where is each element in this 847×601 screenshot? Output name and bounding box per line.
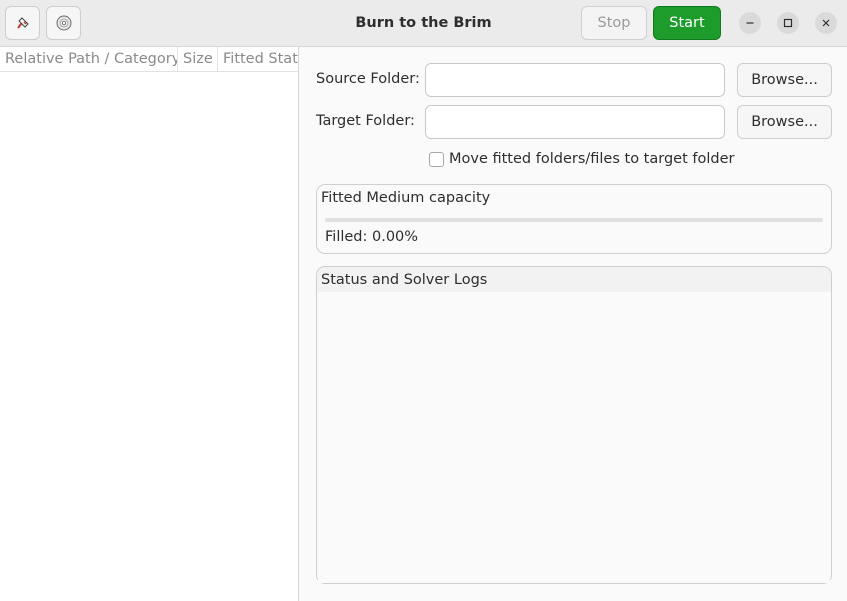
move-fitted-label[interactable]: Move fitted folders/files to target fold… [449,151,734,167]
column-header-fitted-status[interactable]: Fitted Status [218,47,298,72]
capacity-title: Fitted Medium capacity [321,190,491,206]
source-browse-button[interactable]: Browse... [737,63,832,97]
target-folder-label: Target Folder: [316,113,415,129]
maximize-icon [783,18,793,28]
clean-button[interactable] [5,6,40,40]
disc-button[interactable] [46,6,81,40]
column-header-path[interactable]: Relative Path / Category [0,47,178,72]
target-folder-input[interactable] [425,105,725,139]
disc-icon [56,15,72,31]
stop-button[interactable]: Stop [581,6,647,40]
header-bar: Burn to the Brim Stop Start [0,0,847,47]
maximize-button[interactable] [777,12,799,34]
source-folder-label: Source Folder: [316,71,420,87]
move-fitted-checkbox[interactable] [429,152,444,167]
file-table[interactable]: Relative Path / Category Size Fitted Sta… [0,47,299,601]
filled-percentage: Filled: 0.00% [325,229,419,245]
close-icon [822,19,830,27]
minimize-button[interactable] [739,12,761,34]
source-folder-input[interactable] [425,63,725,97]
logs-frame: Status and Solver Logs [316,266,832,584]
column-header-size[interactable]: Size [178,47,218,72]
target-browse-button[interactable]: Browse... [737,105,832,139]
start-button[interactable]: Start [653,6,721,40]
capacity-frame: Fitted Medium capacity Filled: 0.00% [316,184,832,254]
close-button[interactable] [815,12,837,34]
minimize-icon [746,22,754,24]
logs-title: Status and Solver Logs [321,272,488,288]
broom-icon [17,17,29,29]
logs-text-view[interactable] [318,292,830,583]
capacity-progress-bar [325,218,823,222]
